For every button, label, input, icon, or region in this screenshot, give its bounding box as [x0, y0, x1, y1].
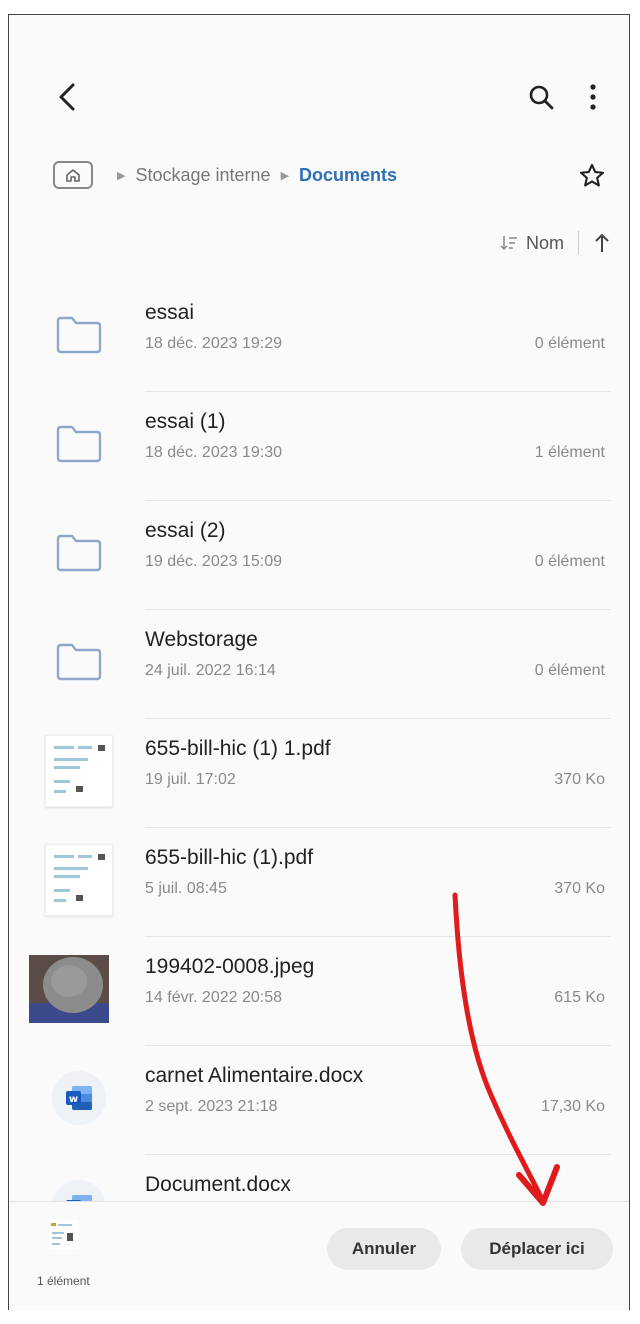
sort-label[interactable]: Nom — [526, 233, 564, 254]
list-item[interactable]: 655-bill-hic (1) 1.pdf 19 juil. 17:02 37… — [9, 719, 629, 828]
move-here-button[interactable]: Déplacer ici — [461, 1228, 613, 1270]
pdf-thumbnail-icon — [45, 735, 113, 807]
list-item[interactable]: essai 18 déc. 2023 19:29 0 élément — [9, 283, 629, 392]
search-icon — [529, 85, 554, 110]
svg-text:w: w — [69, 1094, 78, 1105]
list-item[interactable]: w carnet Alimentaire.docx 2 sept. 2023 2… — [9, 1046, 629, 1155]
folder-icon — [56, 534, 102, 572]
file-name: carnet Alimentaire.docx — [145, 1064, 364, 1087]
home-button[interactable] — [53, 161, 93, 189]
file-size: 615 Ko — [554, 989, 605, 1006]
back-arrow-icon — [59, 83, 75, 111]
file-size: 370 Ko — [554, 880, 605, 897]
file-size: 0 élément — [534, 335, 605, 352]
file-name: Document.docx — [145, 1173, 291, 1196]
file-size: 0 élément — [534, 553, 605, 570]
sort-bar: Nom — [500, 227, 611, 259]
file-size: 1 élément — [534, 444, 605, 461]
file-name: Webstorage — [145, 628, 258, 651]
file-date: 2 sept. 2023 21:18 — [145, 1098, 278, 1115]
file-date: 5 juil. 08:45 — [145, 880, 227, 897]
file-date: 19 déc. 2023 15:09 — [145, 553, 283, 570]
selected-file-thumbnail-icon — [49, 1220, 79, 1250]
breadcrumb-root[interactable]: Stockage interne — [135, 165, 270, 186]
list-item[interactable]: essai (1) 18 déc. 2023 19:30 1 élément — [9, 392, 629, 501]
file-name: essai — [145, 301, 195, 324]
list-item[interactable]: 199402-0008.jpeg 14 févr. 2022 20:58 615… — [9, 937, 629, 1046]
pdf-thumbnail-icon — [45, 844, 113, 916]
file-name: 199402-0008.jpeg — [145, 955, 315, 978]
more-options-button[interactable] — [577, 77, 609, 117]
file-name: 655-bill-hic (1).pdf — [145, 846, 314, 869]
file-manager-screen: ▶ Stockage interne ▶ Documents Nom essai… — [8, 14, 630, 1310]
favorite-button[interactable] — [575, 159, 609, 193]
file-date: 18 déc. 2023 19:30 — [145, 444, 283, 461]
photo-thumbnail-icon — [29, 955, 109, 1023]
file-list: essai 18 déc. 2023 19:29 0 élément essai… — [9, 283, 629, 1264]
file-date: 18 déc. 2023 19:29 — [145, 335, 283, 352]
back-button[interactable] — [47, 77, 87, 117]
breadcrumb-current[interactable]: Documents — [299, 165, 397, 186]
breadcrumb: ▶ Stockage interne ▶ Documents — [53, 155, 397, 195]
chevron-right-icon: ▶ — [117, 169, 126, 182]
folder-icon — [56, 643, 102, 681]
star-outline-icon — [579, 163, 605, 187]
home-icon — [66, 169, 80, 182]
list-item[interactable]: Webstorage 24 juil. 2022 16:14 0 élément — [9, 610, 629, 719]
list-item[interactable]: essai (2) 19 déc. 2023 15:09 0 élément — [9, 501, 629, 610]
file-name: essai (1) — [145, 410, 226, 433]
folder-icon — [56, 425, 102, 463]
more-vert-icon — [590, 84, 596, 110]
chevron-right-icon: ▶ — [280, 169, 290, 182]
file-name: 655-bill-hic (1) 1.pdf — [145, 737, 331, 760]
folder-icon — [56, 316, 102, 354]
cancel-button[interactable]: Annuler — [327, 1228, 441, 1270]
file-size: 370 Ko — [554, 771, 605, 788]
file-date: 14 févr. 2022 20:58 — [145, 989, 282, 1006]
file-date: 24 juil. 2022 16:14 — [145, 662, 276, 679]
file-date: 19 juil. 17:02 — [145, 771, 236, 788]
bottom-action-bar: 1 élément Annuler Déplacer ici — [9, 1201, 629, 1310]
file-name: essai (2) — [145, 519, 226, 542]
arrow-up-icon[interactable] — [593, 232, 611, 254]
file-size: 0 élément — [534, 662, 605, 679]
sort-icon — [500, 236, 517, 251]
top-app-bar — [9, 15, 629, 175]
selection-count: 1 élément — [37, 1274, 90, 1288]
list-item[interactable]: 655-bill-hic (1).pdf 5 juil. 08:45 370 K… — [9, 828, 629, 937]
file-size: 17,30 Ko — [540, 1098, 605, 1115]
word-icon: w — [52, 1071, 106, 1125]
search-button[interactable] — [521, 77, 561, 117]
sort-divider — [578, 231, 579, 255]
